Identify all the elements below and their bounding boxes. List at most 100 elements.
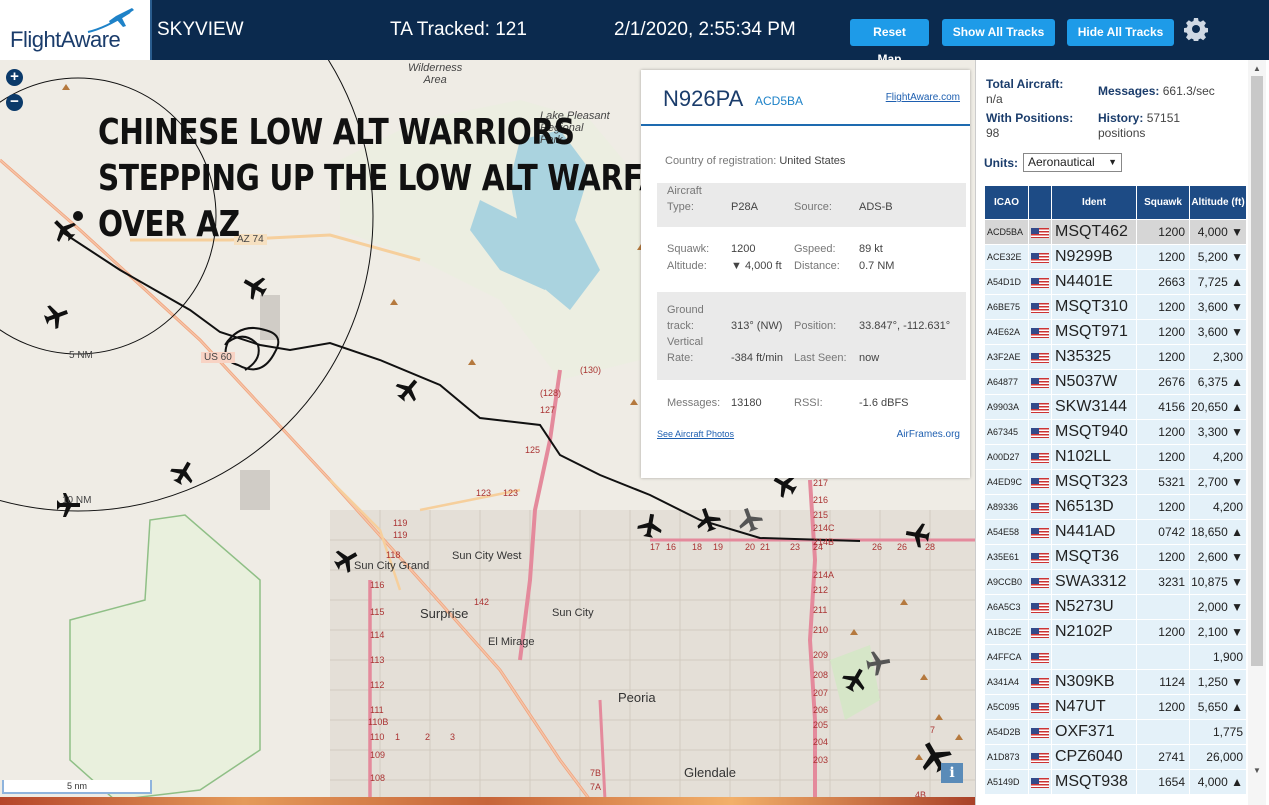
- row-flag: [1028, 644, 1052, 670]
- gear-icon[interactable]: [1184, 17, 1208, 41]
- row-altitude: 4,000 ▲: [1189, 769, 1247, 795]
- row-icao: A64877: [984, 369, 1029, 395]
- info-button[interactable]: i: [941, 763, 963, 783]
- row-flag: [1028, 694, 1052, 720]
- table-row[interactable]: A1D873 CPZ6040 2741 26,000: [984, 744, 1247, 770]
- history-unit: positions: [1098, 126, 1146, 140]
- table-row[interactable]: A89336 N6513D 1200 4,200: [984, 494, 1247, 520]
- table-row[interactable]: A9903A SKW3144 4156 20,650 ▲: [984, 394, 1247, 420]
- road-number-label: 1: [395, 732, 401, 742]
- col-squawk-header[interactable]: Squawk: [1136, 185, 1190, 220]
- popup-ident: N926PA: [663, 86, 744, 111]
- road-number-label: 17: [650, 542, 661, 552]
- row-altitude: 1,250 ▼: [1189, 669, 1247, 695]
- map-view[interactable]: + − Wilderness Area Lake Pleasant Region…: [0, 60, 975, 800]
- zoom-out-button[interactable]: −: [6, 94, 23, 111]
- row-flag: [1028, 444, 1052, 470]
- road-number-label: 127: [540, 405, 556, 415]
- gspeed-value: 89 kt: [859, 243, 883, 255]
- airframes-link[interactable]: AirFrames.org: [897, 429, 960, 440]
- row-icao: A341A4: [984, 669, 1029, 695]
- town-peoria: Peoria: [618, 690, 656, 705]
- table-row[interactable]: A4FFCA 1,900: [984, 644, 1247, 670]
- units-value: Aeronautical: [1028, 155, 1095, 169]
- table-row[interactable]: A341A4 N309KB 1124 1,250 ▼: [984, 669, 1247, 695]
- us-flag-icon: [1031, 352, 1049, 363]
- datetime: 2/1/2020, 2:55:34 PM: [614, 19, 796, 40]
- zoom-in-button[interactable]: +: [6, 69, 23, 86]
- table-row[interactable]: A5149D MSQT938 1654 4,000 ▲: [984, 769, 1247, 795]
- table-row[interactable]: A54D1D N4401E 2663 7,725 ▲: [984, 269, 1247, 295]
- town-glendale: Glendale: [684, 765, 737, 780]
- col-altitude-header[interactable]: Altitude (ft): [1189, 185, 1247, 220]
- road-number-label: 109: [370, 750, 386, 760]
- hide-all-tracks-button[interactable]: Hide All Tracks: [1067, 19, 1174, 46]
- units-select[interactable]: Aeronautical ▼: [1023, 153, 1122, 172]
- table-row[interactable]: A64877 N5037W 2676 6,375 ▲: [984, 369, 1247, 395]
- table-row[interactable]: A6BE75 MSQT310 1200 3,600 ▼: [984, 294, 1247, 320]
- road-number-label: 119: [393, 530, 408, 540]
- table-row[interactable]: A67345 MSQT940 1200 3,300 ▼: [984, 419, 1247, 445]
- scroll-down-icon[interactable]: ▼: [1253, 766, 1261, 775]
- us-flag-icon: [1031, 777, 1049, 788]
- table-row[interactable]: A1BC2E N2102P 1200 2,100 ▼: [984, 619, 1247, 645]
- scroll-thumb[interactable]: [1251, 76, 1263, 666]
- table-row[interactable]: A3F2AE N35325 1200 2,300: [984, 344, 1247, 370]
- row-icao: A67345: [984, 419, 1029, 445]
- row-altitude: 5,650 ▲: [1189, 694, 1247, 720]
- road-number-label: 7: [930, 725, 936, 735]
- row-altitude: 4,000 ▼: [1189, 219, 1247, 245]
- col-flag-header[interactable]: [1028, 185, 1052, 220]
- row-altitude: 1,900: [1189, 644, 1247, 670]
- table-row[interactable]: A54D2B OXF371 1,775: [984, 719, 1247, 745]
- road-number-label: 211: [813, 605, 828, 615]
- table-row[interactable]: A4ED9C MSQT323 5321 2,700 ▼: [984, 469, 1247, 495]
- show-all-tracks-button[interactable]: Show All Tracks: [942, 19, 1055, 46]
- road-number-label: 206: [813, 705, 829, 715]
- row-squawk: 1200: [1136, 494, 1190, 520]
- row-flag: [1028, 669, 1052, 695]
- position-label: Position:: [794, 320, 837, 332]
- road-number-label: 114: [370, 630, 385, 640]
- scroll-up-icon[interactable]: ▲: [1253, 64, 1261, 73]
- flightaware-logo[interactable]: FlightAware: [0, 0, 152, 60]
- row-ident: MSQT323: [1051, 469, 1137, 495]
- table-row[interactable]: A6A5C3 N5273U 2,000 ▼: [984, 594, 1247, 620]
- road-number-label: 28: [925, 542, 936, 552]
- col-icao-header[interactable]: ICAO: [984, 185, 1029, 220]
- table-row[interactable]: ACD5BA MSQT462 1200 4,000 ▼: [984, 219, 1247, 245]
- col-ident-header[interactable]: Ident: [1051, 185, 1137, 220]
- total-aircraft-label: Total Aircraft:: [986, 77, 1064, 91]
- table-row[interactable]: A9CCB0 SWA3312 3231 10,875 ▼: [984, 569, 1247, 595]
- map-label-us60: US 60: [201, 352, 235, 363]
- sidebar-scrollbar[interactable]: ▲ ▼: [1248, 60, 1266, 805]
- table-row[interactable]: A4E62A MSQT971 1200 3,600 ▼: [984, 319, 1247, 345]
- flightaware-link[interactable]: FlightAware.com: [886, 92, 960, 103]
- road-number-label: 110: [370, 732, 385, 742]
- row-altitude: 4,200: [1189, 444, 1247, 470]
- row-ident: N102LL: [1051, 444, 1137, 470]
- altitude-value: ▼ 4,000 ft: [731, 260, 782, 272]
- table-row[interactable]: A5C095 N47UT 1200 5,650 ▲: [984, 694, 1247, 720]
- table-row[interactable]: A00D27 N102LL 1200 4,200: [984, 444, 1247, 470]
- table-row[interactable]: A35E61 MSQT36 1200 2,600 ▼: [984, 544, 1247, 570]
- table-row[interactable]: A54E58 N441AD 0742 18,650 ▲: [984, 519, 1247, 545]
- row-icao: ACE32E: [984, 244, 1029, 270]
- table-row[interactable]: ACE32E N9299B 1200 5,200 ▼: [984, 244, 1247, 270]
- row-squawk: 2741: [1136, 744, 1190, 770]
- row-icao: A54D2B: [984, 719, 1029, 745]
- row-ident: [1051, 644, 1137, 670]
- aircraft-photos-link[interactable]: See Aircraft Photos: [657, 429, 734, 439]
- app-title: SKYVIEW: [157, 19, 244, 40]
- rate-value: -384 ft/min: [731, 352, 783, 364]
- row-squawk: 1200: [1136, 444, 1190, 470]
- row-ident: MSQT938: [1051, 769, 1137, 795]
- row-ident: OXF371: [1051, 719, 1137, 745]
- reset-map-button[interactable]: Reset Map: [850, 19, 929, 66]
- position-value: 33.847°, -112.631°: [859, 320, 951, 332]
- road-number-label: 110B: [368, 717, 389, 727]
- road-number-label: 215: [813, 510, 829, 520]
- us-flag-icon: [1031, 452, 1049, 463]
- row-altitude: 3,600 ▼: [1189, 294, 1247, 320]
- row-altitude: 3,600 ▼: [1189, 319, 1247, 345]
